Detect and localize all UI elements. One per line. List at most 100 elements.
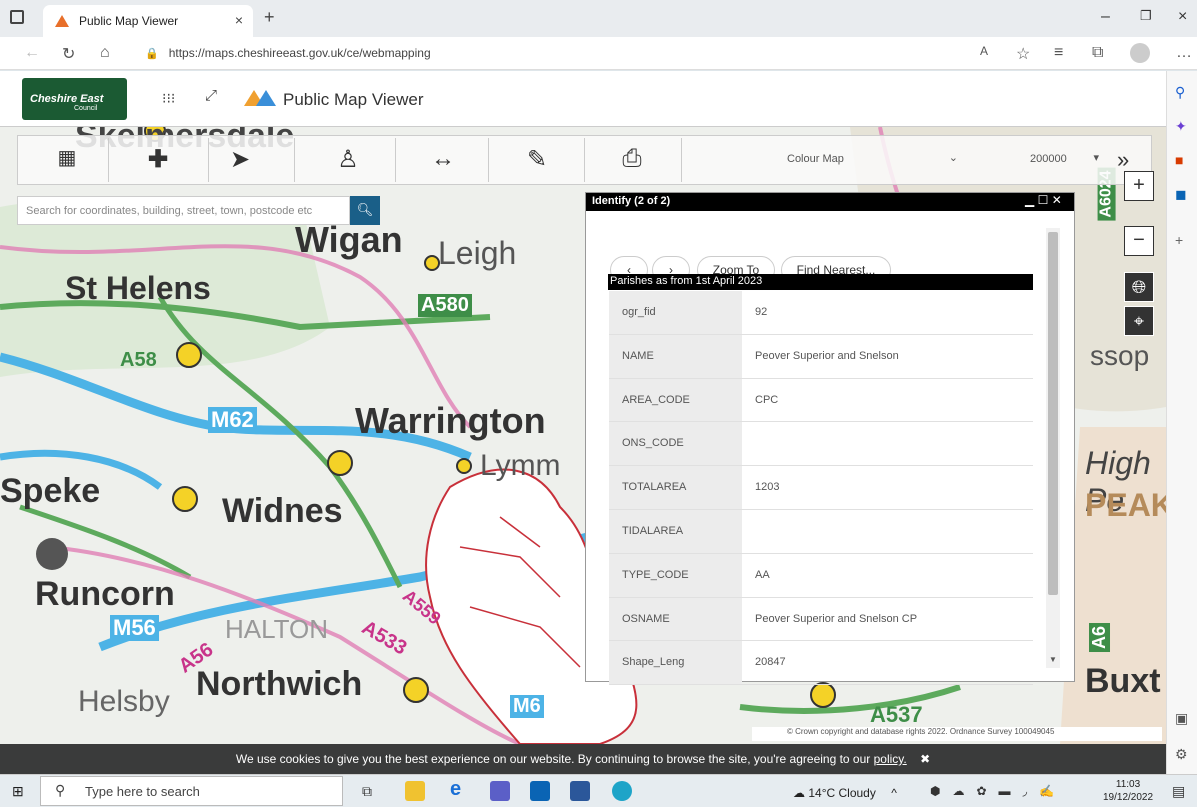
outlook-icon[interactable]: ◼ [1175,186,1187,203]
council-logo[interactable]: Cheshire East Council [22,78,127,120]
print-icon[interactable]: ⎙ [612,145,652,173]
place-label: HALTON [225,614,329,644]
new-tab-icon[interactable]: + [264,7,275,28]
notifications-icon[interactable]: ▤ [1172,783,1185,800]
road-label: M62 [208,407,257,433]
settings-gear-icon[interactable]: ⚙ [1175,746,1188,763]
system-tray-icons[interactable]: ⬢☁✿▬◞✍ [930,784,1066,798]
app-title: Public Map Viewer [283,90,424,109]
attribute-key: Shape_Leng [609,641,742,685]
favorite-icon[interactable]: ☆ [1016,44,1030,64]
url-field[interactable]: 🔒 https://maps.cheshireeast.gov.uk/ce/we… [135,40,1005,66]
weather-widget[interactable]: ☁ 14°C Cloudy ^ [793,786,897,800]
browser-tab[interactable]: Public Map Viewer × [43,5,253,37]
scroll-down-icon[interactable]: ▼ [1049,655,1057,664]
clock[interactable]: 11:03 19/12/2022 [1103,778,1153,804]
clock-time: 11:03 [1115,779,1141,790]
apps-grid-icon[interactable]: ⁝⁝⁝ [162,90,175,107]
add-layer-icon[interactable]: ✚ [138,145,178,174]
scrollbar-thumb[interactable] [1048,232,1058,595]
draw-pencil-icon[interactable]: ✎ [517,145,557,174]
road-label: M56 [110,615,159,641]
tray-chevron-icon[interactable]: ^ [891,786,897,800]
minimize-icon[interactable]: – [1101,8,1110,26]
table-row: NAME Peover Superior and Snelson [609,334,1033,379]
file-explorer-icon[interactable] [405,781,425,801]
attribute-key: NAME [609,334,742,378]
search-button[interactable]: 🔍︎ [350,196,380,225]
table-row: AREA_CODE CPC [609,378,1033,423]
scale-selected: 200000 [1030,153,1067,165]
road-label: A58 [120,349,157,371]
task-view-icon[interactable]: ⧉ [362,783,372,800]
profile-avatar[interactable] [1130,43,1150,63]
road-label: A537 [870,702,923,727]
toolbar-divider [488,138,489,182]
cookie-policy-link[interactable]: policy. [874,752,907,766]
url-text: https://maps.cheshireeast.gov.uk/ce/webm… [168,46,431,60]
road-label: M6 [510,695,544,718]
expand-toolbar-icon[interactable]: » [1117,147,1129,173]
favorites-list-icon[interactable]: ≡ [1054,44,1063,62]
panel-close-icon[interactable]: ✕ [1052,193,1062,207]
weather-text: 14°C Cloudy [808,786,876,800]
attribute-value: CPC [755,393,779,406]
attribute-value [742,510,1033,553]
tab-close-icon[interactable]: × [235,12,243,28]
browser-sidebar [1166,71,1197,774]
search-input[interactable]: Search for coordinates, building, street… [17,196,350,225]
internet-explorer-icon[interactable]: e [450,778,461,801]
scale-select[interactable]: 200000 ▾ [985,148,1105,172]
zoom-out-button[interactable]: − [1124,226,1154,256]
navigate-icon[interactable]: ➤ [220,145,260,174]
toolbar-divider [681,138,682,182]
table-row: OSNAME Peover Superior and Snelson CP [609,597,1033,642]
home-icon[interactable]: ⌂ [100,44,110,62]
more-icon[interactable]: … [1176,44,1192,62]
tab-actions-icon[interactable] [10,10,24,24]
sparkle-icon[interactable]: ✦ [1175,118,1187,135]
road-label: A6 [1089,622,1111,653]
place-label: Runcorn [35,575,175,613]
back-icon[interactable]: ← [24,44,40,62]
place-label: Warrington [355,400,546,441]
taskbar-search-input[interactable]: Type here to search [40,776,343,806]
fullscreen-icon[interactable]: ⤢ [205,87,217,104]
attribute-key: AREA_CODE [609,378,742,422]
layer-title: Parishes as from 1st April 2023 [608,274,1033,290]
office-icon[interactable]: ■ [1175,152,1183,168]
toolbar-divider [108,138,109,182]
identify-panel-title: Identify (2 of 2) [586,193,1074,211]
locate-icon[interactable]: ⌖ [1124,306,1154,336]
place-label: St Helens [65,270,211,306]
basemap-select[interactable]: Colour Map ⌄ [770,148,970,172]
street-view-icon[interactable]: ♙ [328,145,368,174]
window-close-icon[interactable]: × [1178,8,1187,26]
table-row: ogr_fid 92 [609,291,1033,335]
sidebar-toggle-icon[interactable]: ▣ [1175,710,1188,727]
cloud-icon: ☁ [793,786,805,800]
attribute-value [742,422,1033,465]
attribute-value: 1203 [755,481,780,494]
add-sidebar-icon[interactable]: + [1175,232,1183,248]
lock-icon: 🔒 [145,47,159,60]
globe-icon[interactable]: 🌐︎ [1124,272,1154,302]
zoom-in-button[interactable]: + [1124,171,1154,201]
measure-icon[interactable]: ↔ [423,145,463,173]
search-icon[interactable]: ⚲ [1175,84,1185,101]
windows-start-icon[interactable]: ⊞ [12,783,24,800]
toolbar-divider [395,138,396,182]
outlook-taskbar-icon[interactable] [530,781,550,801]
read-aloud-icon[interactable]: A [980,44,988,58]
panel-minimize-icon[interactable]: ▁ [1025,193,1034,207]
edge-icon[interactable] [612,781,632,801]
teams-icon[interactable] [490,781,510,801]
refresh-icon[interactable]: ↻ [62,44,75,64]
panel-maximize-icon[interactable]: ☐ [1038,193,1049,207]
cookie-close-icon[interactable]: ✖ [920,752,930,766]
word-icon[interactable] [570,781,590,801]
menu-grid-icon[interactable]: ▦ [47,145,87,170]
logo-subtext: Council [74,105,98,112]
restore-icon[interactable]: ❐ [1140,8,1152,24]
collections-icon[interactable]: ⧉ [1092,44,1103,62]
